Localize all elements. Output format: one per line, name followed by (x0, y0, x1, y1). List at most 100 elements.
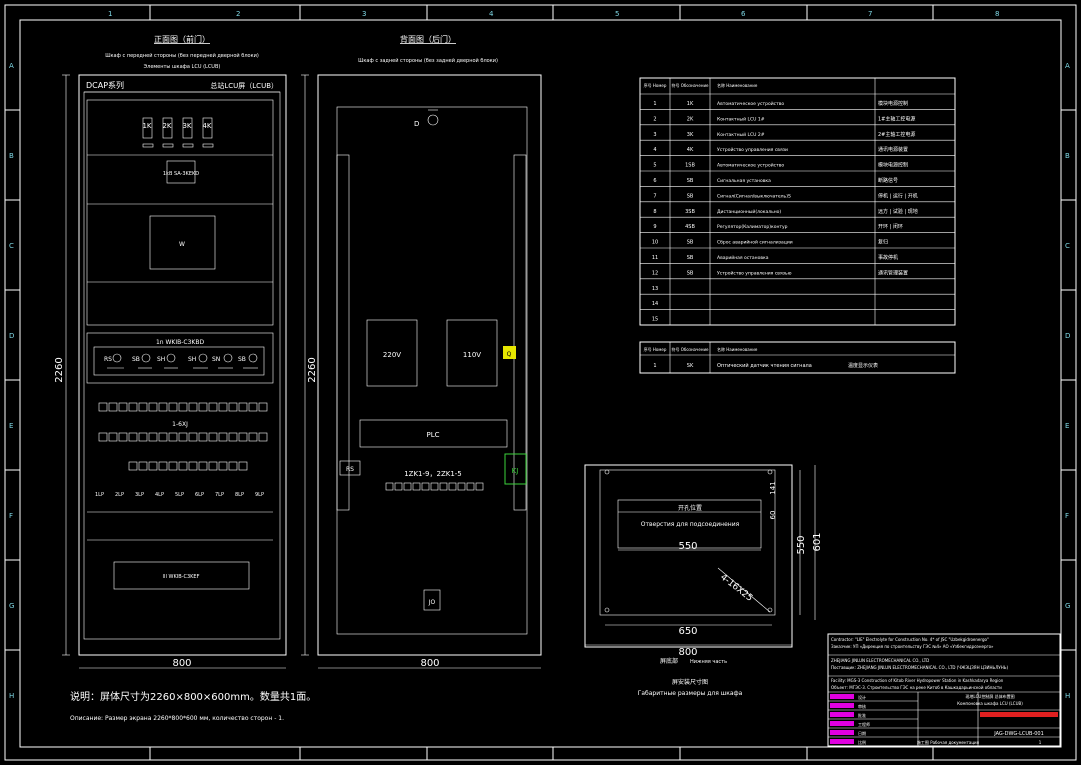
relay-6lp: 6LP (195, 492, 204, 498)
parts-cell: 13 (652, 286, 658, 292)
parts-cell: Автоматическое устройство (717, 100, 784, 107)
rear-terminal-row (385, 482, 484, 491)
tb-row-2: 审核 (858, 703, 866, 709)
hmi-screen: W (179, 241, 185, 248)
parts-cell: 11 (652, 255, 658, 261)
parts-cell: 4K (687, 147, 694, 153)
cutout-subtitle: Отверстия для подсоединения (641, 521, 740, 528)
rear-view-subtitle: Шкаф с задней стороны (без задней дверно… (358, 57, 498, 64)
power-box-220: 220V (383, 351, 401, 359)
parts-cell: Сброс аварийной сигнализации (717, 239, 793, 246)
parts-cell: 7 (653, 193, 656, 199)
sheet-number: 1 (1039, 740, 1042, 745)
front-view: 正面图（前门） Шкаф с передней стороны (без пер… (54, 34, 287, 669)
parts-cell: SB (687, 270, 694, 276)
breaker-1k: 1K (142, 122, 151, 130)
parts-cell: Устройство управления связи (717, 146, 788, 153)
cutout-title: 开孔位置 (678, 504, 702, 512)
parts-cell: 断路信号 (878, 177, 898, 184)
col-label-3: 3 (362, 10, 366, 18)
rear-view-title: 背面图（后门） (400, 34, 456, 44)
cutout-dim-650: 650 (678, 626, 697, 637)
parts-cell: 事故停机 (878, 254, 898, 261)
breaker-3k: 3K (182, 122, 191, 130)
parts-cell: 2#主轴工控电源 (878, 131, 915, 138)
parts-cell: 复归 (878, 239, 888, 246)
parts-cell: 通讯管理装置 (878, 269, 908, 276)
parts2-header-no: 序号 Номер (644, 346, 667, 352)
parts-header-symbol: 符号 Обозначение (671, 82, 709, 88)
row-label-e-right: E (1065, 422, 1069, 430)
parts-cell: Регулятор(Калиматор)контур (717, 224, 788, 230)
col-label-7: 7 (868, 10, 872, 18)
contractor: Contractor: "LIE" Electrolyte for Constr… (831, 637, 989, 642)
row-label-g-right: G (1065, 602, 1070, 610)
row-label-g: G (9, 602, 14, 610)
row-label-f: F (9, 512, 13, 520)
label-strip: 1n WKIB-C3KBD (156, 339, 205, 346)
cutout-dim-800: 800 (678, 647, 697, 658)
relay-9lp: 9LP (255, 492, 264, 498)
parts-cell: 15 (652, 317, 658, 323)
parts-cell: SB (687, 255, 694, 261)
row-label-d-right: D (1065, 332, 1070, 340)
col-label-6: 6 (741, 10, 746, 18)
cutout-dim-holes: 4-16X25 (718, 572, 754, 603)
series-label: DCAP系列 (86, 80, 124, 90)
parts2-row-cn: 温度显示仪表 (848, 362, 878, 369)
parts2-row-no: 1 (653, 363, 656, 369)
tb-row-4: 工程师 (858, 721, 870, 727)
parts-cell: Контактный LCU 2# (717, 131, 765, 138)
col-label-1: 1 (108, 10, 112, 18)
supplier: ZHEJIANG JINLUN ELECTROMECHANICAL CO., L… (831, 658, 929, 663)
cutout-label: 屏安装尺寸图 (672, 678, 708, 686)
parts2-header-name: 名称 Наименование (717, 346, 758, 352)
parts-cell: Аварийная остановка (717, 254, 769, 261)
cutout-dim-60: 60 (769, 511, 777, 520)
parts-cell: 6 (653, 178, 656, 184)
parts-cell: 2K (687, 116, 694, 122)
parts-cell: 1K (687, 101, 694, 107)
parts-cell: 1 (653, 101, 656, 107)
front-height-dim: 2260 (54, 357, 65, 382)
parts-header-name: 名称 Наименование (717, 82, 758, 88)
parts2-row-name: Оптический датчик чтения сигнала (717, 362, 812, 369)
project-title-ru: Компоновка шкафа LCU (LCUB) (957, 701, 1023, 706)
parts-cell: 1#主轴工控电源 (878, 115, 915, 122)
panel-label: 总站LCU屏（LCUB） (210, 81, 278, 90)
title-block: Contractor: "LIE" Electrolyte for Constr… (827, 633, 1061, 747)
parts-cell: 模块电源控制 (878, 162, 908, 169)
mode-switch: 1kB SA-3KEKD (163, 171, 199, 177)
parts-rows: 1 1K Автоматическое устройство 模块电源控制 2 2K Кон… (640, 93, 955, 323)
parts-cell: 8 (653, 209, 656, 215)
row-label-d: D (9, 332, 14, 340)
facility-ru: Объект: МГЭС-3. Строительство ГЭС на рек… (831, 685, 1002, 690)
parts-cell: 9 (653, 224, 656, 230)
parts-cell: 3SB (685, 209, 695, 215)
bottom-component: JO (428, 599, 436, 606)
parts-cell: 4 (653, 147, 656, 153)
row-label-b-right: B (1065, 152, 1070, 160)
front-view-title: 正面图（前门） (154, 34, 210, 44)
col-label-2: 2 (236, 10, 240, 18)
column-labels: 1 2 3 4 5 6 7 8 (108, 10, 999, 18)
rs-module: RS (346, 466, 354, 473)
breaker-2k: 2K (162, 122, 171, 130)
parts-cell: Устройство управления связью (717, 269, 792, 276)
cad-drawing: 1 2 3 4 5 6 7 8 A B C D E F G H A B C D … (4, 4, 1077, 761)
relay-3lp: 3LP (135, 492, 144, 498)
row-label-e: E (9, 422, 13, 430)
yellow-component: Q (507, 351, 512, 358)
supplier-ru: Поставщик: ZHEJIANG JINLUN ELECTROMECHAN… (831, 665, 1008, 670)
indicator-3: SH (157, 356, 165, 363)
parts-cell: 2 (653, 116, 656, 122)
rear-width-dim: 800 (420, 658, 439, 669)
indicator-4: SH (188, 356, 196, 363)
rear-terminal-label: 1ZK1-9，2ZK1-5 (404, 470, 462, 478)
col-label-5: 5 (615, 10, 619, 18)
parts-cell: 3 (653, 132, 656, 138)
parts-cell: 模块电源控制 (878, 100, 908, 107)
terminal-label: 1-6XJ (172, 421, 188, 428)
project-title: 现地LCU控制屏 总体布置图 (965, 693, 1014, 699)
parts-cell: 4SB (685, 224, 695, 230)
